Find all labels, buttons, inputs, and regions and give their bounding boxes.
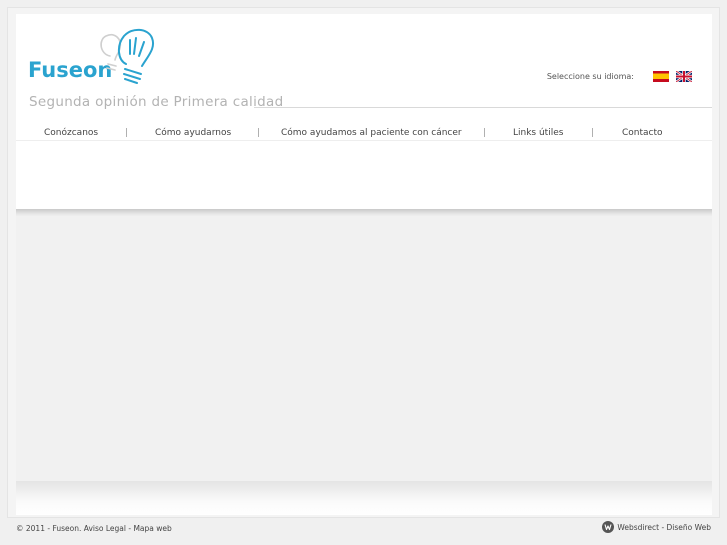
main-nav: Conózcanos | Cómo ayudarnos | Cómo ayuda… [16, 126, 712, 140]
nav-item-como-ayudarnos[interactable]: Cómo ayudarnos [155, 128, 231, 138]
nav-separator: | [483, 128, 487, 138]
language-label: Seleccione su idioma: [546, 71, 634, 81]
nav-separator: | [257, 128, 261, 138]
tagline: Segunda opinión de Primera calidad [29, 94, 284, 110]
content-bottom-strip [16, 481, 712, 515]
websdirect-logo-icon [602, 521, 615, 533]
credit-link[interactable]: Websdirect - Diseño Web [617, 523, 711, 532]
legal-link[interactable]: Aviso Legal [84, 524, 126, 533]
nav-separator: | [125, 128, 129, 138]
nav-item-conozcanos[interactable]: Conózcanos [44, 128, 98, 138]
banner-shadow [16, 209, 712, 217]
copyright-text: © 2011 - Fuseon. [16, 524, 82, 533]
header: Fuseon Segunda opinión de Primera calida… [16, 14, 712, 126]
tagline-divider [254, 107, 712, 108]
banner-area [16, 140, 712, 211]
uk-flag-icon[interactable] [676, 70, 692, 82]
lightbulb-logo-icon [100, 28, 154, 84]
footer-left: © 2011 - Fuseon. Aviso Legal - Mapa web [16, 524, 172, 533]
spanish-flag-icon[interactable] [653, 70, 669, 82]
nav-item-links-utiles[interactable]: Links útiles [513, 128, 563, 138]
sitemap-link[interactable]: Mapa web [133, 524, 171, 533]
footer-dash: - [128, 524, 132, 533]
footer-right: Websdirect - Diseño Web [602, 521, 711, 533]
nav-separator: | [591, 128, 595, 138]
language-selector: Seleccione su idioma: [547, 69, 692, 83]
nav-item-contacto[interactable]: Contacto [622, 128, 663, 138]
main-content [16, 217, 712, 481]
nav-item-como-ayudamos-paciente[interactable]: Cómo ayudamos al paciente con cáncer [281, 128, 462, 138]
